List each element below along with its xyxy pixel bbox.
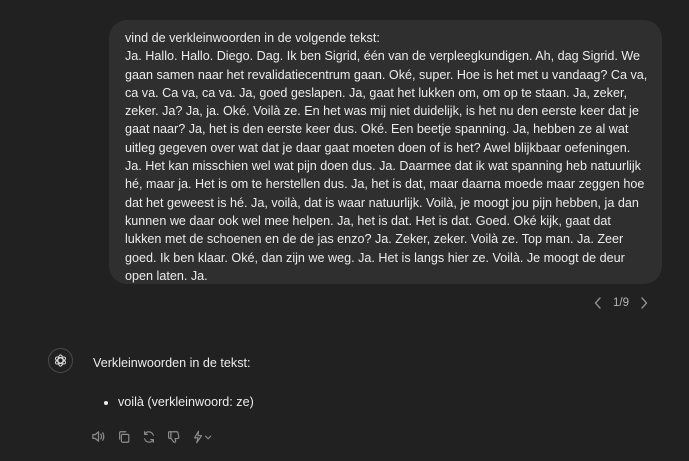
regenerate-icon[interactable] bbox=[140, 428, 157, 445]
message-pager: 1/9 bbox=[591, 294, 651, 312]
answer-list: voilà (verkleinwoord: ze) bbox=[93, 393, 254, 411]
user-message-bubble: vind de verkleinwoorden in de volgende t… bbox=[109, 20, 662, 284]
openai-logo-icon bbox=[48, 348, 73, 373]
chevron-right-icon[interactable] bbox=[637, 294, 651, 312]
copy-icon[interactable] bbox=[115, 428, 132, 445]
chevron-left-icon[interactable] bbox=[591, 294, 605, 312]
assistant-message: Verkleinwoorden in de tekst: voilà (verk… bbox=[93, 354, 254, 411]
chat-page: vind de verkleinwoorden in de volgende t… bbox=[0, 0, 689, 461]
speaker-icon[interactable] bbox=[90, 428, 107, 445]
user-message-text: vind de verkleinwoorden in de volgende t… bbox=[125, 31, 648, 283]
assistant-intro: Verkleinwoorden in de tekst: bbox=[93, 356, 251, 370]
pager-label: 1/9 bbox=[613, 297, 629, 309]
sparkle-switch-icon[interactable] bbox=[190, 428, 214, 445]
message-actions bbox=[90, 428, 214, 445]
thumbs-down-icon[interactable] bbox=[165, 428, 182, 445]
list-item: voilà (verkleinwoord: ze) bbox=[118, 393, 254, 411]
